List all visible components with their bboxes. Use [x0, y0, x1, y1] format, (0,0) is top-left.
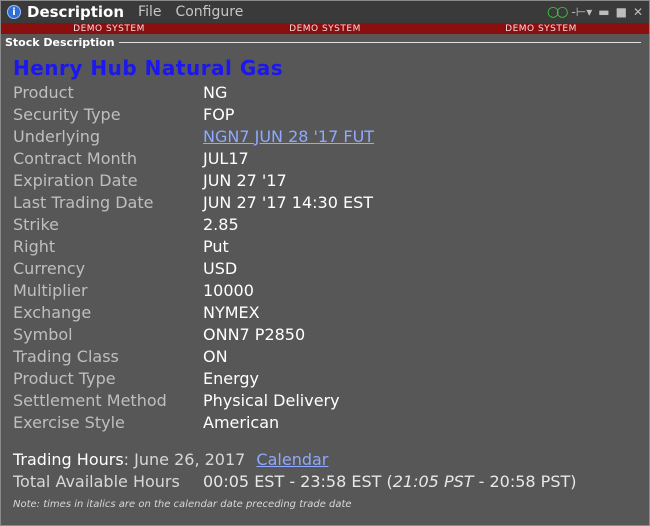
field-value: Energy: [203, 368, 260, 388]
available-hours: Total Available Hours 00:05 EST - 23:58 …: [13, 472, 577, 491]
trading-hours: Trading Hours: June 26, 2017 Calendar: [13, 450, 328, 469]
field-row-security-type: Security Type FOP: [13, 103, 633, 125]
demo-system-banner: DEMO SYSTEM DEMO SYSTEM DEMO SYSTEM: [1, 23, 649, 34]
field-value: JUN 27 '17: [203, 170, 287, 190]
field-value: NYMEX: [203, 302, 260, 322]
field-row-product-type: Product Type Energy: [13, 367, 633, 389]
field-value: 10000: [203, 280, 254, 300]
link-icon[interactable]: ○○: [547, 4, 569, 20]
underlying-link[interactable]: NGN7 JUN 28 '17 FUT: [203, 127, 374, 146]
available-hours-pst-end: - 20:58 PST): [473, 472, 577, 491]
demo-label: DEMO SYSTEM: [73, 23, 145, 34]
field-row-expiration-date: Expiration Date JUN 27 '17: [13, 169, 633, 191]
field-value: JUL17: [203, 148, 249, 168]
field-label: Currency: [13, 258, 86, 278]
section-header: Stock Description: [5, 35, 641, 49]
field-row-strike: Strike 2.85: [13, 213, 633, 235]
italics-note: Note: times in italics are on the calend…: [13, 499, 352, 510]
info-icon: i: [7, 5, 21, 19]
field-label: Settlement Method: [13, 390, 167, 410]
field-value: FOP: [203, 104, 235, 124]
trading-hours-date: : June 26, 2017: [123, 450, 246, 469]
field-label: Multiplier: [13, 280, 88, 300]
field-value: Physical Delivery: [203, 390, 340, 410]
field-label: Exchange: [13, 302, 92, 322]
field-row-settlement-method: Settlement Method Physical Delivery: [13, 389, 633, 411]
field-row-exercise-style: Exercise Style American: [13, 411, 633, 433]
field-label: Last Trading Date: [13, 192, 154, 212]
field-row-exchange: Exchange NYMEX: [13, 301, 633, 323]
available-hours-pst-italic: 21:05 PST: [392, 472, 474, 491]
field-row-last-trading-date: Last Trading Date JUN 27 '17 14:30 EST: [13, 191, 633, 213]
field-list: Product NG Security Type FOP Underlying …: [13, 81, 633, 433]
field-row-trading-class: Trading Class ON: [13, 345, 633, 367]
menu-configure[interactable]: Configure: [175, 4, 243, 20]
field-label: Product Type: [13, 368, 116, 388]
title-bar[interactable]: i Description File Configure ○○ -⊢▾ ▬ ■ …: [1, 1, 649, 23]
field-value: ON: [203, 346, 228, 366]
available-hours-label: Total Available Hours: [13, 472, 180, 491]
field-row-contract-month: Contract Month JUL17: [13, 147, 633, 169]
field-row-multiplier: Multiplier 10000: [13, 279, 633, 301]
field-label: Exercise Style: [13, 412, 125, 432]
close-icon[interactable]: ✕: [633, 5, 643, 19]
field-value: JUN 27 '17 14:30 EST: [203, 192, 374, 212]
field-label: Expiration Date: [13, 170, 138, 190]
menu-file[interactable]: File: [138, 4, 161, 20]
field-value: USD: [203, 258, 238, 278]
field-value: ONN7 P2850: [203, 324, 306, 344]
field-row-right: Right Put: [13, 235, 633, 257]
demo-label: DEMO SYSTEM: [505, 23, 577, 34]
field-row-symbol: Symbol ONN7 P2850: [13, 323, 633, 345]
trading-hours-label: Trading Hours: [13, 450, 124, 469]
field-label: Contract Month: [13, 148, 138, 168]
field-label: Trading Class: [13, 346, 119, 366]
field-label: Underlying: [13, 126, 101, 146]
window-controls: ○○ -⊢▾ ▬ ■ ✕: [547, 4, 643, 20]
section-divider: [118, 41, 641, 43]
field-label: Product: [13, 82, 74, 102]
field-row-product: Product NG: [13, 81, 633, 103]
description-window: i Description File Configure ○○ -⊢▾ ▬ ■ …: [0, 0, 650, 526]
field-label: Symbol: [13, 324, 73, 344]
field-value: Put: [203, 236, 229, 256]
field-value: NG: [203, 82, 228, 102]
available-hours-est: 00:05 EST - 23:58 EST (: [203, 472, 393, 491]
minimize-icon[interactable]: ▬: [598, 5, 609, 19]
field-label: Strike: [13, 214, 59, 234]
demo-label: DEMO SYSTEM: [289, 23, 361, 34]
section-label: Stock Description: [5, 35, 115, 49]
field-value: 2.85: [203, 214, 239, 234]
field-label: Security Type: [13, 104, 121, 124]
instrument-heading: Henry Hub Natural Gas: [13, 56, 284, 80]
field-row-underlying: Underlying NGN7 JUN 28 '17 FUT: [13, 125, 633, 147]
available-hours-value: 00:05 EST - 23:58 EST (21:05 PST - 20:58…: [203, 472, 577, 491]
field-label: Right: [13, 236, 56, 256]
field-value: American: [203, 412, 280, 432]
window-title: Description: [27, 3, 125, 21]
field-row-currency: Currency USD: [13, 257, 633, 279]
pin-icon[interactable]: -⊢▾: [571, 5, 592, 19]
calendar-link[interactable]: Calendar: [256, 450, 328, 469]
maximize-icon[interactable]: ■: [616, 5, 627, 19]
